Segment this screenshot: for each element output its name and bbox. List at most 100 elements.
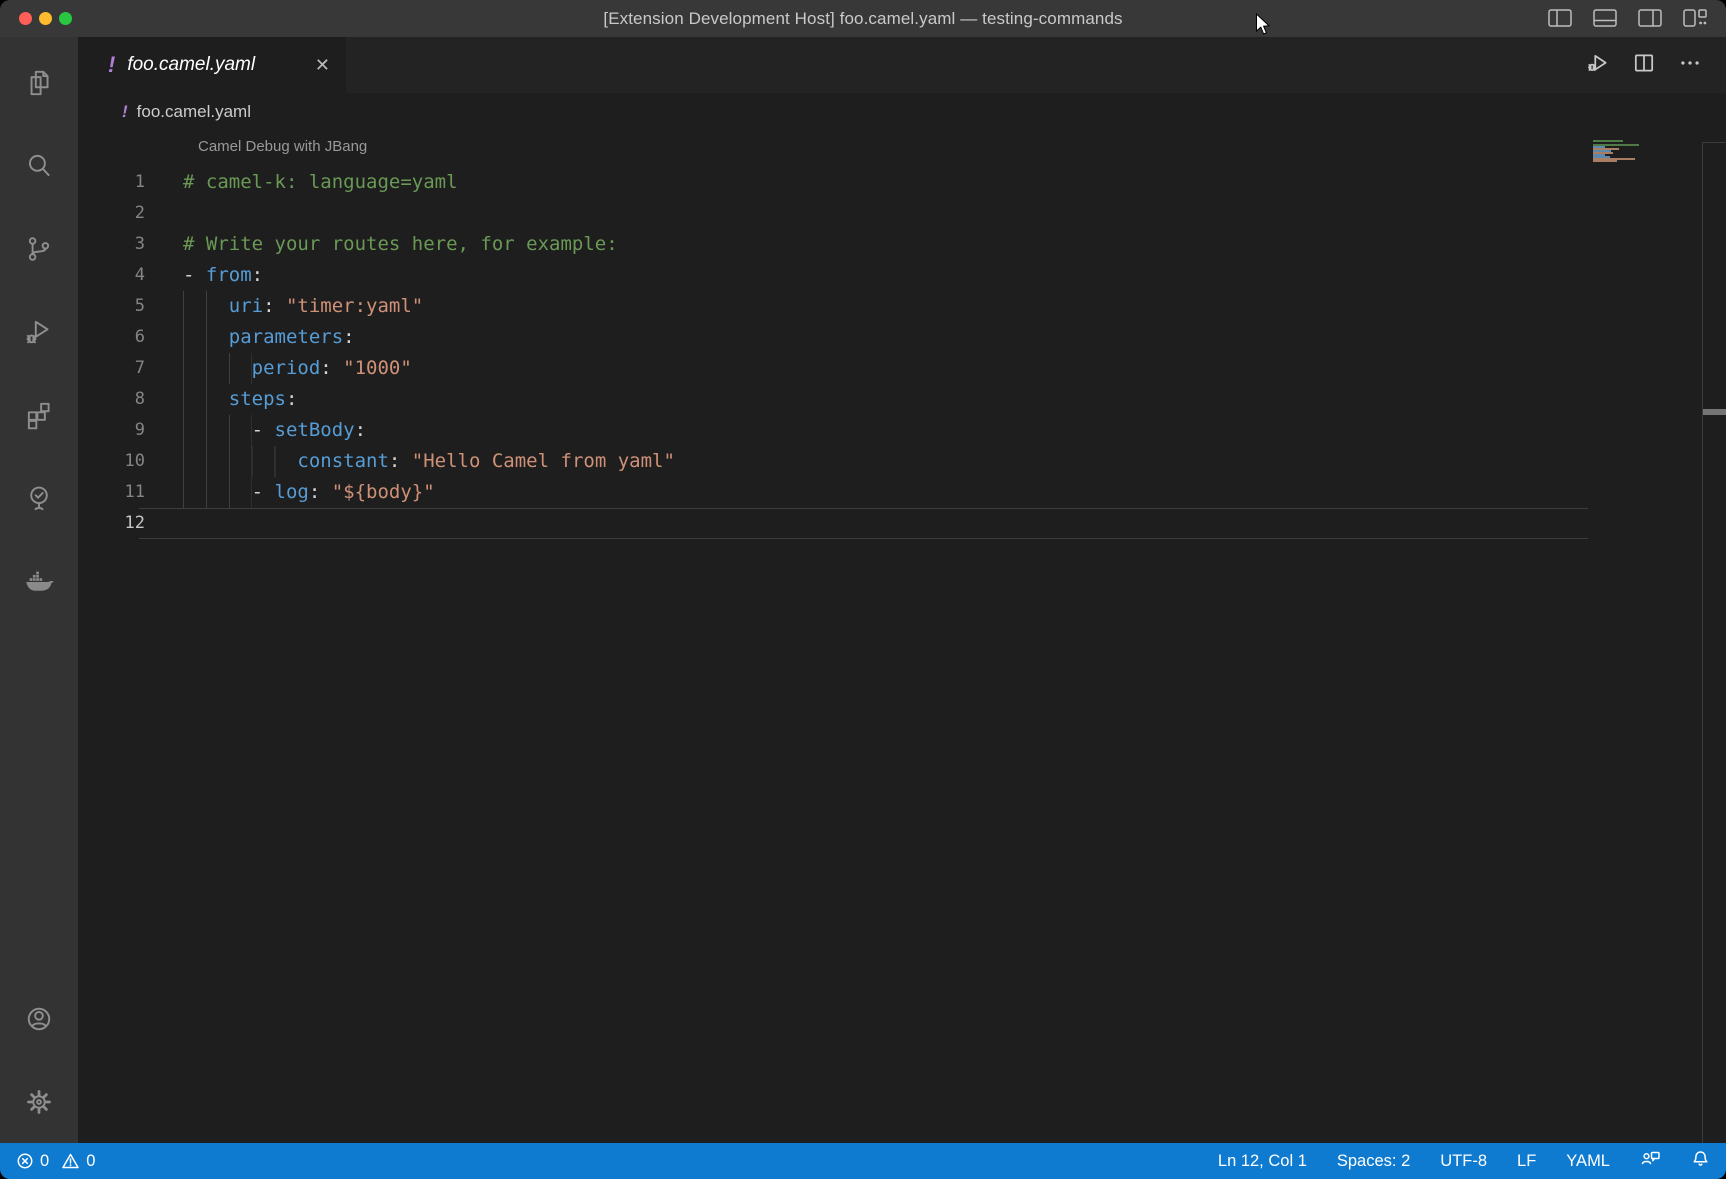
yaml-file-icon: ! (108, 52, 115, 78)
toggle-primary-sidebar-icon[interactable] (1545, 4, 1575, 32)
activity-item-testing[interactable] (0, 456, 78, 539)
warning-count: 0 (86, 1152, 95, 1171)
split-editor-icon[interactable] (1632, 51, 1656, 80)
eol-status[interactable]: LF (1517, 1152, 1536, 1171)
code-line[interactable]: 12 (78, 508, 1726, 539)
title-bar: [Extension Development Host] foo.camel.y… (0, 0, 1726, 37)
minimize-window-button[interactable] (39, 12, 52, 25)
language-mode-status[interactable]: YAML (1566, 1152, 1610, 1171)
activity-item-accounts[interactable] (0, 977, 78, 1060)
indent-guides (183, 353, 252, 384)
code-line[interactable]: 1 # camel-k: language=yaml (78, 167, 1726, 198)
code-line[interactable]: 3 # Write your routes here, for example: (78, 229, 1726, 260)
indent-guides (183, 384, 229, 415)
feedback-icon[interactable] (1640, 1149, 1661, 1173)
error-count: 0 (40, 1152, 49, 1171)
code-line[interactable]: 10 constant: "Hello Camel from yaml" (78, 446, 1726, 477)
activity-item-source-control[interactable] (0, 207, 78, 290)
line-number[interactable]: 9 (78, 415, 145, 446)
toggle-secondary-sidebar-icon[interactable] (1635, 4, 1665, 32)
line-number[interactable]: 1 (78, 167, 145, 198)
problems-status[interactable]: 0 0 (16, 1152, 95, 1171)
code-area[interactable]: 1 # camel-k: language=yaml 23 # Write your … (78, 167, 1726, 539)
indent-guides (183, 446, 297, 477)
code-text: period: "1000" (183, 353, 412, 384)
code-text: parameters: (183, 322, 355, 353)
warning-icon (61, 1152, 80, 1170)
line-number[interactable]: 10 (78, 446, 145, 477)
minimap-line (1593, 160, 1617, 162)
files-icon (23, 67, 55, 99)
run-or-debug-icon[interactable] (1586, 51, 1610, 80)
indentation-status[interactable]: Spaces: 2 (1337, 1152, 1410, 1171)
tab-bar: ! foo.camel.yaml ✕ (78, 37, 1726, 93)
activity-item-search[interactable] (0, 124, 78, 207)
code-line[interactable]: 9 - setBody: (78, 415, 1726, 446)
line-number[interactable]: 8 (78, 384, 145, 415)
line-number[interactable]: 2 (78, 198, 145, 229)
gear-icon (23, 1086, 55, 1118)
activity-item-docker[interactable] (0, 539, 78, 622)
line-number[interactable]: 4 (78, 260, 145, 291)
notifications-bell-icon[interactable] (1691, 1149, 1710, 1173)
account-icon (23, 1003, 55, 1035)
activity-item-extensions[interactable] (0, 373, 78, 456)
code-text: - from: (183, 260, 263, 291)
debug-icon (23, 316, 55, 348)
breadcrumb[interactable]: ! foo.camel.yaml (78, 93, 1726, 131)
tab-label: foo.camel.yaml (127, 54, 255, 76)
git-branch-icon (23, 233, 55, 265)
customize-layout-icon[interactable] (1680, 4, 1710, 32)
code-line[interactable]: 7 period: "1000" (78, 353, 1726, 384)
line-number[interactable]: 6 (78, 322, 145, 353)
code-line[interactable]: 2 (78, 198, 1726, 229)
zoom-window-button[interactable] (59, 12, 72, 25)
line-number[interactable]: 5 (78, 291, 145, 322)
vscode-window: [Extension Development Host] foo.camel.y… (0, 0, 1726, 1179)
code-text: # Write your routes here, for example: (183, 229, 618, 260)
encoding-status[interactable]: UTF-8 (1440, 1152, 1487, 1171)
cursor-position-status[interactable]: Ln 12, Col 1 (1218, 1152, 1307, 1171)
activity-bar (0, 37, 78, 1143)
code-text: constant: "Hello Camel from yaml" (183, 446, 675, 477)
tree-check-icon (23, 482, 55, 514)
code-line[interactable]: 11 - log: "${body}" (78, 477, 1726, 508)
activity-item-explorer[interactable] (0, 41, 78, 124)
line-number[interactable]: 3 (78, 229, 145, 260)
code-text: - setBody: (183, 415, 366, 446)
status-bar: 0 0 Ln 12, Col 1 Spaces: 2 UTF-8 LF YAML (0, 1143, 1726, 1179)
code-line[interactable]: 4 - from: (78, 260, 1726, 291)
breadcrumb-file[interactable]: foo.camel.yaml (137, 102, 251, 122)
traffic-lights (19, 12, 72, 25)
code-line[interactable]: 8 steps: (78, 384, 1726, 415)
error-icon (16, 1152, 34, 1170)
toggle-panel-icon[interactable] (1590, 4, 1620, 32)
extensions-icon (23, 399, 55, 431)
search-icon (23, 150, 55, 182)
indent-guides (183, 291, 229, 322)
close-window-button[interactable] (19, 12, 32, 25)
tab-foo-camel-yaml[interactable]: ! foo.camel.yaml ✕ (78, 37, 346, 93)
line-number[interactable]: 11 (78, 477, 145, 508)
code-line[interactable]: 5 uri: "timer:yaml" (78, 291, 1726, 322)
window-title: [Extension Development Host] foo.camel.y… (603, 9, 1122, 29)
code-text: uri: "timer:yaml" (183, 291, 423, 322)
line-number[interactable]: 12 (78, 508, 145, 539)
code-text: steps: (183, 384, 297, 415)
close-tab-icon[interactable]: ✕ (315, 55, 330, 76)
code-line[interactable]: 6 parameters: (78, 322, 1726, 353)
more-actions-icon[interactable] (1678, 51, 1702, 80)
minimap-line (1593, 140, 1623, 142)
editor-group: ! foo.camel.yaml ✕ ! (78, 37, 1726, 1143)
scrollbar-thumb[interactable] (1703, 409, 1726, 415)
activity-item-manage[interactable] (0, 1060, 78, 1143)
minimap[interactable] (1593, 140, 1657, 162)
codelens-camel-debug[interactable]: Camel Debug with JBang (198, 138, 367, 155)
code-text: # camel-k: language=yaml (183, 167, 458, 198)
activity-item-run-and-debug[interactable] (0, 290, 78, 373)
overview-ruler (1702, 142, 1726, 1143)
codelens-row: Camel Debug with JBang (78, 131, 1726, 161)
line-number[interactable]: 7 (78, 353, 145, 384)
code-text: - log: "${body}" (183, 477, 435, 508)
docker-whale-icon (22, 565, 56, 597)
